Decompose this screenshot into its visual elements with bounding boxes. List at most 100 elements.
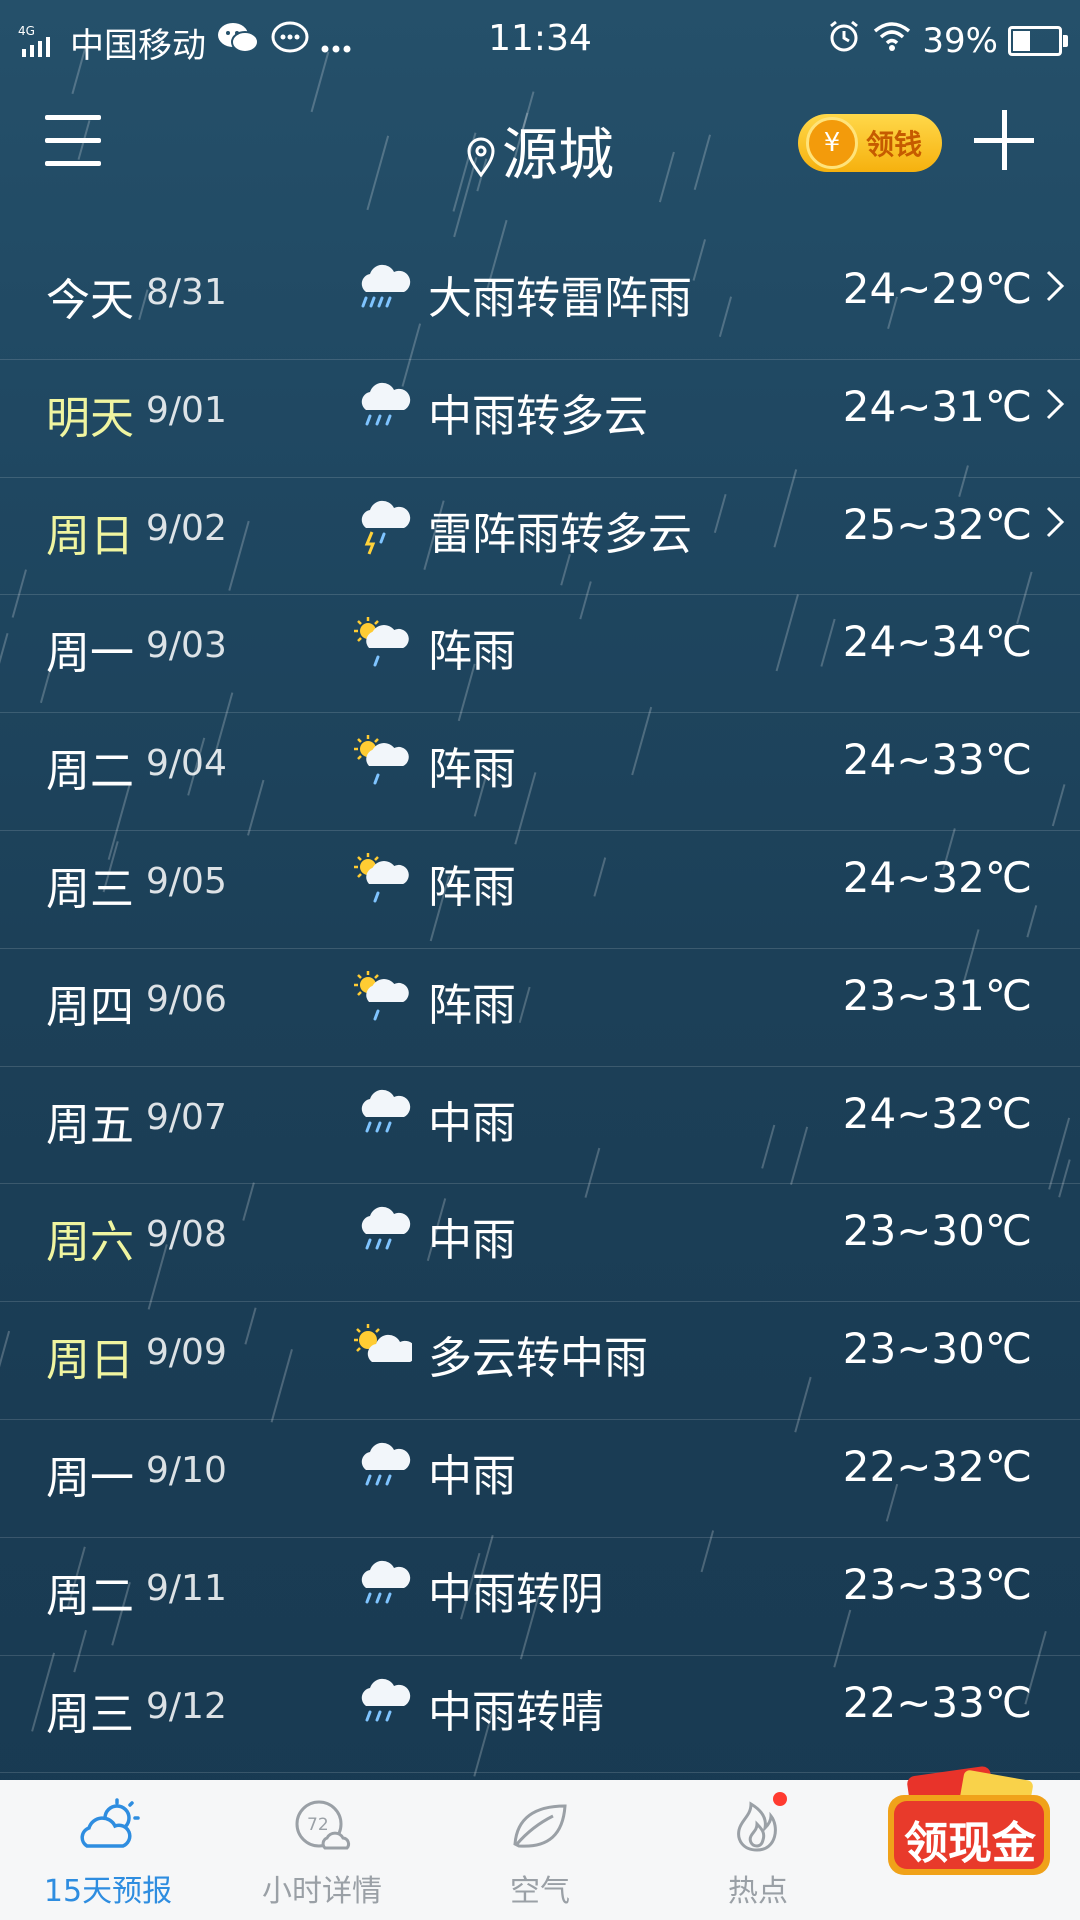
forecast-condition: 阵雨: [428, 861, 516, 913]
battery-icon: [1008, 25, 1068, 56]
forecast-condition: 中雨转晴: [428, 1686, 604, 1738]
app-header: 源城 ¥ 领钱: [0, 90, 1080, 200]
forecast-date: 9/08: [146, 1214, 227, 1256]
nav-tab-forecast[interactable]: 15天预报: [18, 1798, 198, 1910]
forecast-condition: 中雨: [428, 1097, 516, 1149]
chevron-right-icon: [1040, 502, 1070, 542]
forecast-day: 周五: [46, 1099, 134, 1151]
rain-icon: [352, 1676, 412, 1736]
forecast-day: 周三: [46, 863, 134, 915]
rain-icon: [352, 1440, 412, 1500]
forecast-row: 周二 9/11 中雨转阴 23~33℃: [0, 1538, 1080, 1656]
forecast-date: 9/09: [146, 1332, 227, 1374]
forecast-condition: 大雨转雷阵雨: [428, 273, 692, 324]
sun-shower-icon: [352, 851, 412, 911]
forecast-day: 明天: [46, 392, 134, 444]
forecast-date: 8/31: [146, 272, 227, 313]
forecast-day: 周三: [46, 1688, 134, 1740]
forecast-row: 周三 9/12 中雨转晴 22~33℃: [0, 1656, 1080, 1774]
notification-dot: [773, 1792, 787, 1806]
thunder-rain-icon: [352, 498, 412, 558]
forecast-date: 9/05: [146, 860, 227, 902]
forecast-15day-icon: [18, 1798, 198, 1862]
flame-icon: [668, 1798, 848, 1862]
forecast-date: 9/11: [146, 1567, 227, 1609]
forecast-day: 周四: [46, 981, 134, 1033]
forecast-temperature: 25~32℃: [842, 499, 1032, 549]
forecast-date: 9/12: [146, 1685, 227, 1727]
forecast-temperature: 24~34℃: [842, 617, 1032, 667]
forecast-temperature: 23~30℃: [842, 1206, 1032, 1256]
forecast-temperature: 23~31℃: [842, 970, 1032, 1020]
location-pin-icon: [466, 126, 496, 191]
coin-icon: ¥: [806, 117, 858, 169]
forecast-temperature: 22~32℃: [842, 1441, 1032, 1491]
forecast-date: 9/01: [146, 389, 227, 431]
forecast-day: 周一: [46, 1452, 134, 1504]
forecast-date: 9/10: [146, 1449, 227, 1491]
forecast-temperature: 24~33℃: [842, 735, 1032, 785]
forecast-temperature: 24~31℃: [842, 381, 1032, 431]
nav-tab-air[interactable]: 空气: [450, 1798, 630, 1910]
sun-shower-icon: [352, 969, 412, 1029]
forecast-row: 周一 9/03 阵雨 24~34℃: [0, 595, 1080, 714]
battery-level-fill: [1013, 30, 1031, 51]
svg-text:72: 72: [307, 1815, 329, 1835]
battery-percent: 39%: [922, 20, 998, 61]
forecast-date: 9/07: [146, 1096, 227, 1138]
city-name: 源城: [502, 123, 614, 188]
rain-icon: [352, 1204, 412, 1264]
forecast-row[interactable]: 明天 9/01 中雨转多云 24~31℃: [0, 360, 1080, 478]
claim-cash-button[interactable]: 领现金: [880, 1765, 1060, 1905]
forecast-temperature: 24~32℃: [842, 1088, 1032, 1138]
forecast-temperature: 23~33℃: [842, 1559, 1032, 1609]
wifi-icon: [872, 20, 912, 61]
rain-icon: [352, 1087, 412, 1147]
forecast-date: 9/06: [146, 978, 227, 1020]
forecast-condition: 中雨转阴: [428, 1568, 604, 1620]
forecast-row: 周六 9/08 中雨 23~30℃: [0, 1184, 1080, 1303]
forecast-condition: 阵雨: [428, 979, 516, 1031]
forecast-day: 周日: [46, 1335, 134, 1387]
forecast-list: 今天 8/31 大雨转雷阵雨 24~29℃ 明天 9/01 中雨转多云 24~31℃ 周日 9/0…: [0, 242, 1080, 1774]
status-bar: 4G 中国移动 11:34 39%: [0, 0, 1080, 80]
get-money-label: 领钱: [866, 128, 923, 161]
rain-icon: [352, 1558, 412, 1618]
get-money-button[interactable]: ¥ 领钱: [798, 114, 942, 172]
sun-shower-icon: [352, 733, 412, 793]
add-city-icon[interactable]: [974, 110, 1034, 170]
forecast-day: 周日: [46, 510, 134, 562]
forecast-row: 周日 9/09 多云转中雨 23~30℃: [0, 1302, 1080, 1420]
forecast-temperature: 23~30℃: [842, 1324, 1032, 1374]
forecast-row: 周二 9/04 阵雨 24~33℃: [0, 713, 1080, 831]
forecast-date: 9/02: [146, 507, 227, 549]
leaf-icon: [450, 1798, 630, 1862]
forecast-date: 9/03: [146, 625, 227, 667]
chevron-right-icon: [1040, 266, 1070, 306]
forecast-date: 9/04: [146, 743, 227, 785]
nav-tab-label: 热点: [728, 1874, 788, 1909]
nav-tab-label: 空气: [510, 1874, 570, 1909]
forecast-row: 周一 9/10 中雨 22~32℃: [0, 1420, 1080, 1538]
forecast-row: 周三 9/05 阵雨 24~32℃: [0, 831, 1080, 949]
nav-tab-hourly[interactable]: 72 小时详情: [232, 1798, 412, 1910]
nav-tab-label: 小时详情: [262, 1874, 382, 1909]
forecast-temperature: 24~29℃: [842, 264, 1032, 313]
alarm-icon: [826, 18, 862, 63]
hourly-72-icon: 72: [232, 1798, 412, 1862]
forecast-day: 周六: [46, 1217, 134, 1269]
nav-tab-hot[interactable]: 热点: [668, 1792, 848, 1910]
nav-tab-label: 15天预报: [43, 1874, 173, 1909]
forecast-condition: 中雨: [428, 1450, 516, 1502]
forecast-condition: 中雨: [428, 1215, 516, 1267]
forecast-temperature: 22~33℃: [842, 1677, 1032, 1727]
forecast-row: 周四 9/06 阵雨 23~31℃: [0, 949, 1080, 1067]
forecast-condition: 阵雨: [428, 744, 516, 796]
heavy-rain-icon: [352, 262, 412, 322]
forecast-day: 周二: [46, 1570, 134, 1622]
forecast-condition: 雷阵雨转多云: [428, 508, 692, 560]
forecast-day: 周二: [46, 746, 134, 798]
forecast-row[interactable]: 周日 9/02 雷阵雨转多云 25~32℃: [0, 478, 1080, 596]
forecast-row[interactable]: 今天 8/31 大雨转雷阵雨 24~29℃: [0, 242, 1080, 360]
forecast-day: 今天: [46, 275, 134, 326]
